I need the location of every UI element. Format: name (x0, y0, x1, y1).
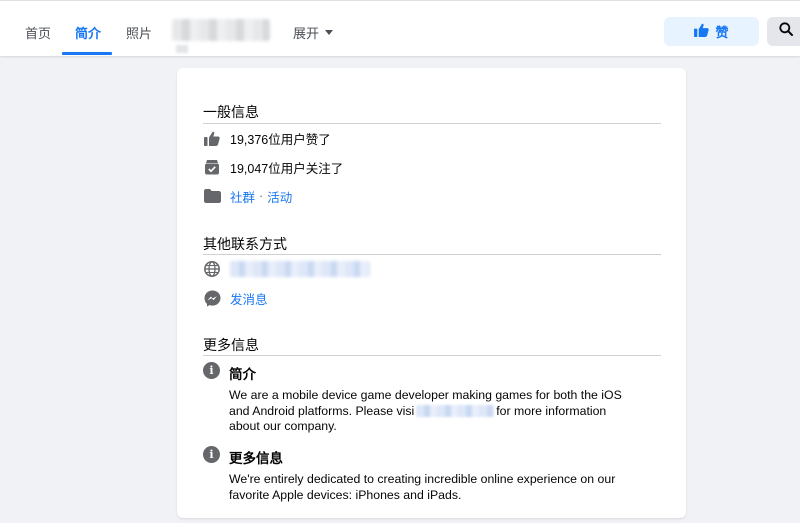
about-subtitle: 简介 (229, 367, 256, 382)
general-info-title: 一般信息 (203, 104, 259, 120)
about-card: 一般信息 19,376位用户赞了 19,047位用户关注了 社群 · 活动 其他… (177, 68, 686, 518)
search-button[interactable] (767, 17, 800, 46)
website-link[interactable] (230, 261, 370, 277)
info-icon: i (203, 362, 220, 379)
send-message-link[interactable]: 发消息 (230, 289, 268, 308)
expand-label: 展开 (293, 26, 320, 41)
more-info-text-line: We're entirely dedicated to creating inc… (229, 472, 616, 486)
more-info-text-line: favorite Apple devices: iPhones and iPad… (229, 487, 462, 502)
likes-count-text: 19,376位用户赞了 (230, 132, 331, 147)
globe-icon (203, 260, 221, 278)
more-info-subtitle: 更多信息 (229, 451, 283, 466)
page-tab-bar: 首页 简介 照片 展开 赞 (0, 0, 800, 56)
website-row (203, 259, 370, 279)
expand-menu-button[interactable]: 展开 (293, 23, 334, 42)
divider (203, 355, 661, 356)
divider (203, 123, 661, 124)
like-page-button[interactable]: 赞 (664, 17, 759, 46)
about-text: We are a mobile device game developer ma… (229, 388, 649, 435)
divider (203, 254, 661, 255)
likes-row: 19,376位用户赞了 (203, 128, 331, 148)
tab-photos[interactable]: 照片 (126, 23, 152, 42)
category-events-link[interactable]: 活动 (267, 187, 292, 206)
tab-home[interactable]: 首页 (25, 23, 51, 42)
tab-about[interactable]: 简介 (75, 23, 101, 42)
active-tab-indicator (62, 52, 112, 55)
caret-down-icon (325, 30, 334, 35)
about-text-line: about our company. (229, 419, 337, 433)
blurred-link[interactable] (416, 405, 495, 418)
about-text-line: We are a mobile device game developer ma… (229, 388, 622, 402)
separator-dot: · (259, 189, 264, 203)
blurred-tab[interactable] (172, 19, 270, 41)
search-icon (779, 22, 793, 41)
like-button-label: 赞 (715, 25, 729, 40)
thumbs-up-icon (694, 23, 710, 40)
contact-title: 其他联系方式 (203, 236, 287, 252)
about-text-fragment: and Android platforms. Please visi (229, 403, 415, 418)
thumbs-up-icon (203, 129, 221, 147)
follows-row: 19,047位用户关注了 (203, 157, 343, 177)
about-text-fragment: for more information (496, 403, 607, 418)
category-icon (203, 187, 221, 205)
more-info-text: We're entirely dedicated to creating inc… (229, 472, 649, 503)
category-row: 社群 · 活动 (203, 186, 292, 206)
about-text-line: and Android platforms. Please visi for mo… (229, 404, 649, 420)
message-row: 发消息 (203, 288, 268, 308)
more-info-title: 更多信息 (203, 337, 259, 353)
category-community-link[interactable]: 社群 (230, 187, 255, 206)
info-icon: i (203, 446, 220, 463)
follow-check-icon (203, 158, 221, 176)
messenger-icon (203, 289, 221, 307)
blurred-fragment (176, 45, 188, 53)
follows-count-text: 19,047位用户关注了 (230, 161, 344, 176)
